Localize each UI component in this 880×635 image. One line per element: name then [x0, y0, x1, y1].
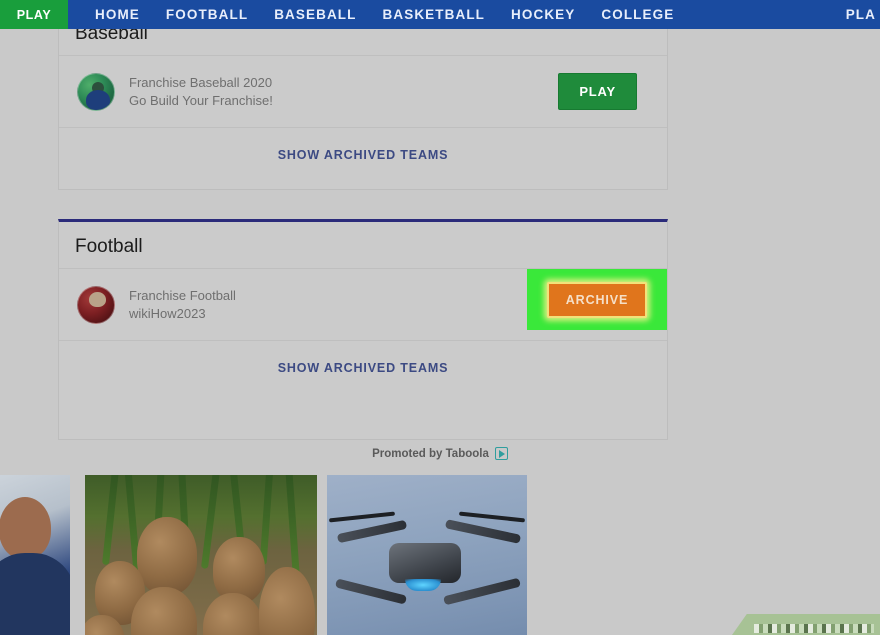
baseball-team-row[interactable]: Franchise Baseball 2020 Go Build Your Fr… [59, 56, 667, 128]
drone-propeller [458, 511, 526, 523]
sponsored-ad-row [0, 475, 880, 635]
taboola-play-icon[interactable] [494, 447, 508, 460]
veg-root [203, 593, 263, 635]
football-section-title: Football [59, 222, 667, 269]
bottom-right-green-banner[interactable] [732, 614, 880, 635]
nav-link-hockey[interactable]: HOCKEY [511, 7, 575, 22]
taboola-attribution: Promoted by Taboola [0, 447, 880, 460]
bottom-right-banner-detail [754, 624, 874, 633]
football-section-card: Football Franchise Football wikiHow2023 … [58, 219, 668, 440]
page-content: Baseball Franchise Baseball 2020 Go Buil… [0, 0, 880, 635]
veg-stem [102, 475, 119, 566]
football-team-row[interactable]: Franchise Football wikiHow2023 ARCHIVE [59, 269, 667, 341]
nav-link-baseball[interactable]: BASEBALL [274, 7, 356, 22]
baseball-team-avatar [77, 72, 115, 111]
top-navigation-bar: PLAY HOME FOOTBALL BASEBALL BASKETBALL H… [0, 0, 880, 29]
nav-play-button[interactable]: PLAY [0, 0, 68, 29]
football-show-archived-teams-link[interactable]: SHOW ARCHIVED TEAMS [59, 341, 667, 395]
ad-thumbnail-vegetables[interactable] [85, 475, 317, 635]
nav-link-basketball[interactable]: BASKETBALL [383, 7, 486, 22]
drone-arm [444, 519, 522, 544]
drone-light-glow [405, 579, 441, 591]
baseball-play-button[interactable]: PLAY [558, 73, 637, 110]
archive-button-highlight: ARCHIVE [527, 269, 667, 330]
baseball-team-subtitle: Go Build Your Franchise! [129, 92, 273, 108]
veg-root [259, 567, 315, 635]
veg-root [137, 517, 197, 595]
baseball-show-archived-teams-link[interactable]: SHOW ARCHIVED TEAMS [59, 128, 667, 182]
drone-body [389, 543, 461, 583]
ad-thumbnail-nurse[interactable] [0, 475, 70, 635]
nav-link-play-right[interactable]: PLA [846, 7, 876, 22]
football-team-avatar [77, 285, 115, 324]
baseball-team-text: Franchise Baseball 2020 Go Build Your Fr… [129, 74, 558, 109]
baseball-team-name: Franchise Baseball 2020 [129, 75, 273, 91]
nav-link-home[interactable]: HOME [95, 7, 140, 22]
nav-links: HOME FOOTBALL BASEBALL BASKETBALL HOCKEY… [95, 0, 846, 29]
football-archive-button[interactable]: ARCHIVE [546, 281, 648, 318]
nav-link-college[interactable]: COLLEGE [601, 7, 674, 22]
veg-stem [259, 475, 274, 566]
drone-arm [336, 519, 408, 544]
nav-link-football[interactable]: FOOTBALL [166, 7, 248, 22]
taboola-label-text: Promoted by Taboola [372, 447, 489, 460]
drone-propeller [328, 511, 396, 523]
nav-right-group: PLA [846, 0, 880, 29]
veg-stem [285, 475, 300, 576]
ad-thumbnail-drone[interactable] [327, 475, 527, 635]
